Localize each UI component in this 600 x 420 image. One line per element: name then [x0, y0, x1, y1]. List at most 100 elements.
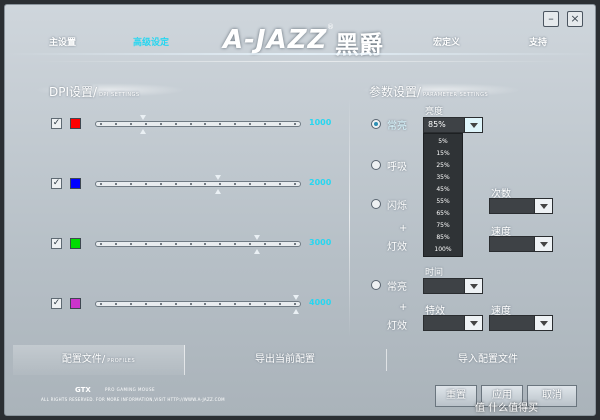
- chevron-down-icon[interactable]: [534, 237, 552, 251]
- dpi-checkbox[interactable]: ✓: [51, 118, 62, 129]
- bottom-tab-bar: 配置文件/PROFILES 导出当前配置 导入配置文件: [13, 345, 589, 375]
- slider-tick: [129, 123, 132, 125]
- dropdown-option[interactable]: 45%: [424, 184, 462, 195]
- dpi-row: ✓ 4000: [51, 295, 341, 314]
- radio-breath[interactable]: [371, 160, 381, 170]
- dropdown-option[interactable]: 85%: [424, 232, 462, 243]
- reset-button[interactable]: 重置: [435, 385, 477, 407]
- speed-select[interactable]: [489, 236, 553, 252]
- brightness-select[interactable]: 85%: [423, 117, 483, 133]
- slider-tick: [249, 303, 252, 305]
- slider-thumb[interactable]: [293, 295, 299, 300]
- slider-tick: [144, 303, 147, 305]
- slider-thumb-bottom[interactable]: [140, 129, 146, 134]
- logo-registered-mark: ®: [327, 23, 334, 31]
- slider-thumb[interactable]: [254, 235, 260, 240]
- slider-tick: [234, 303, 237, 305]
- radio-flash[interactable]: [371, 199, 381, 209]
- export-config-button[interactable]: 导出当前配置: [185, 345, 385, 375]
- dpi-color-swatch[interactable]: [70, 178, 81, 189]
- fx-select[interactable]: [423, 315, 483, 331]
- chevron-down-icon[interactable]: [534, 316, 552, 330]
- slider-tick: [279, 123, 282, 125]
- dpi-value: 4000: [309, 298, 332, 307]
- dpi-color-swatch[interactable]: [70, 298, 81, 309]
- dropdown-option[interactable]: 25%: [424, 160, 462, 171]
- radio-steady[interactable]: [371, 119, 381, 129]
- dpi-checkbox[interactable]: ✓: [51, 298, 62, 309]
- dropdown-option[interactable]: 55%: [424, 196, 462, 207]
- dpi-slider[interactable]: [95, 115, 301, 134]
- tab-support[interactable]: 支持: [529, 35, 547, 48]
- slider-tick: [294, 183, 296, 185]
- chevron-down-icon[interactable]: [534, 199, 552, 213]
- dropdown-option[interactable]: 100%: [424, 244, 462, 255]
- dropdown-option[interactable]: 35%: [424, 172, 462, 183]
- brightness-value: 85%: [428, 120, 446, 129]
- slider-tick: [264, 303, 267, 305]
- dropdown-option[interactable]: 65%: [424, 208, 462, 219]
- slider-tick: [249, 183, 252, 185]
- dpi-color-swatch[interactable]: [70, 238, 81, 249]
- slider-thumb[interactable]: [215, 175, 221, 180]
- slider-tick: [144, 243, 147, 245]
- watermark: 值 什么值得买: [475, 403, 539, 414]
- slider-thumb-bottom[interactable]: [254, 249, 260, 254]
- label-steady-2: 常亮: [387, 282, 407, 293]
- dpi-row: ✓ 2000: [51, 175, 341, 194]
- slider-thumb-bottom[interactable]: [293, 309, 299, 314]
- dpi-color-swatch[interactable]: [70, 118, 81, 129]
- slider-tick: [279, 243, 282, 245]
- dropdown-option[interactable]: 15%: [424, 148, 462, 159]
- slider-tick: [249, 123, 252, 125]
- dropdown-option[interactable]: 75%: [424, 220, 462, 231]
- dpi-checkbox[interactable]: ✓: [51, 178, 62, 189]
- dpi-value: 3000: [309, 238, 332, 247]
- slider-tick: [159, 303, 162, 305]
- dpi-section-title: DPI设置/DPI SETTINGS: [49, 83, 140, 100]
- slider-tick: [174, 243, 177, 245]
- chevron-down-icon[interactable]: [464, 118, 482, 132]
- footer-brand: GTX: [75, 386, 91, 394]
- label-breath: 呼吸: [387, 162, 407, 173]
- dpi-slider[interactable]: [95, 175, 301, 194]
- time-label: 时间: [425, 268, 444, 278]
- tab-macro[interactable]: 宏定义: [433, 35, 460, 48]
- logo: A-JAZZ: [223, 25, 328, 55]
- slider-tick: [279, 183, 282, 185]
- slider-thumb-bottom[interactable]: [215, 189, 221, 194]
- dpi-slider[interactable]: [95, 295, 301, 314]
- slider-tick: [264, 243, 267, 245]
- slider-tick: [264, 123, 267, 125]
- chevron-down-icon[interactable]: [464, 279, 482, 293]
- slider-tick: [100, 123, 102, 125]
- dpi-title-text: DPI设置/: [49, 85, 98, 99]
- slider-tick: [144, 123, 147, 125]
- slider-tick: [114, 303, 117, 305]
- slider-thumb[interactable]: [140, 115, 146, 120]
- chevron-down-icon[interactable]: [464, 316, 482, 330]
- slider-tick: [204, 303, 207, 305]
- slider-tick: [189, 243, 192, 245]
- params-section-title: 参数设置/PARAMETER SETTINGS: [369, 83, 488, 100]
- effect-label: 灯效: [387, 242, 407, 253]
- header-glow-line: [5, 53, 595, 55]
- dpi-checkbox[interactable]: ✓: [51, 238, 62, 249]
- app-window: – × 主设置 高级设定 A-JAZZ ® 黑爵 宏定义 支持 DPI设置/DP…: [4, 4, 596, 416]
- header: 主设置 高级设定 A-JAZZ ® 黑爵 宏定义 支持: [5, 5, 595, 73]
- slider-tick: [159, 123, 162, 125]
- slider-tick: [174, 183, 177, 185]
- import-config-button[interactable]: 导入配置文件: [387, 345, 589, 375]
- count-select[interactable]: [489, 198, 553, 214]
- slider-tick: [174, 123, 177, 125]
- tab-advanced-settings[interactable]: 高级设定: [133, 35, 169, 48]
- dropdown-option[interactable]: 5%: [424, 136, 462, 147]
- tab-main-settings[interactable]: 主设置: [49, 35, 76, 48]
- dpi-slider[interactable]: [95, 235, 301, 254]
- time-select[interactable]: [423, 278, 483, 294]
- label-steady: 常亮: [387, 121, 407, 132]
- tab-profiles[interactable]: 配置文件/PROFILES: [13, 345, 185, 375]
- radio-steady-2[interactable]: [371, 280, 381, 290]
- dpi-title-sub: DPI SETTINGS: [99, 92, 140, 98]
- speed-select-2[interactable]: [489, 315, 553, 331]
